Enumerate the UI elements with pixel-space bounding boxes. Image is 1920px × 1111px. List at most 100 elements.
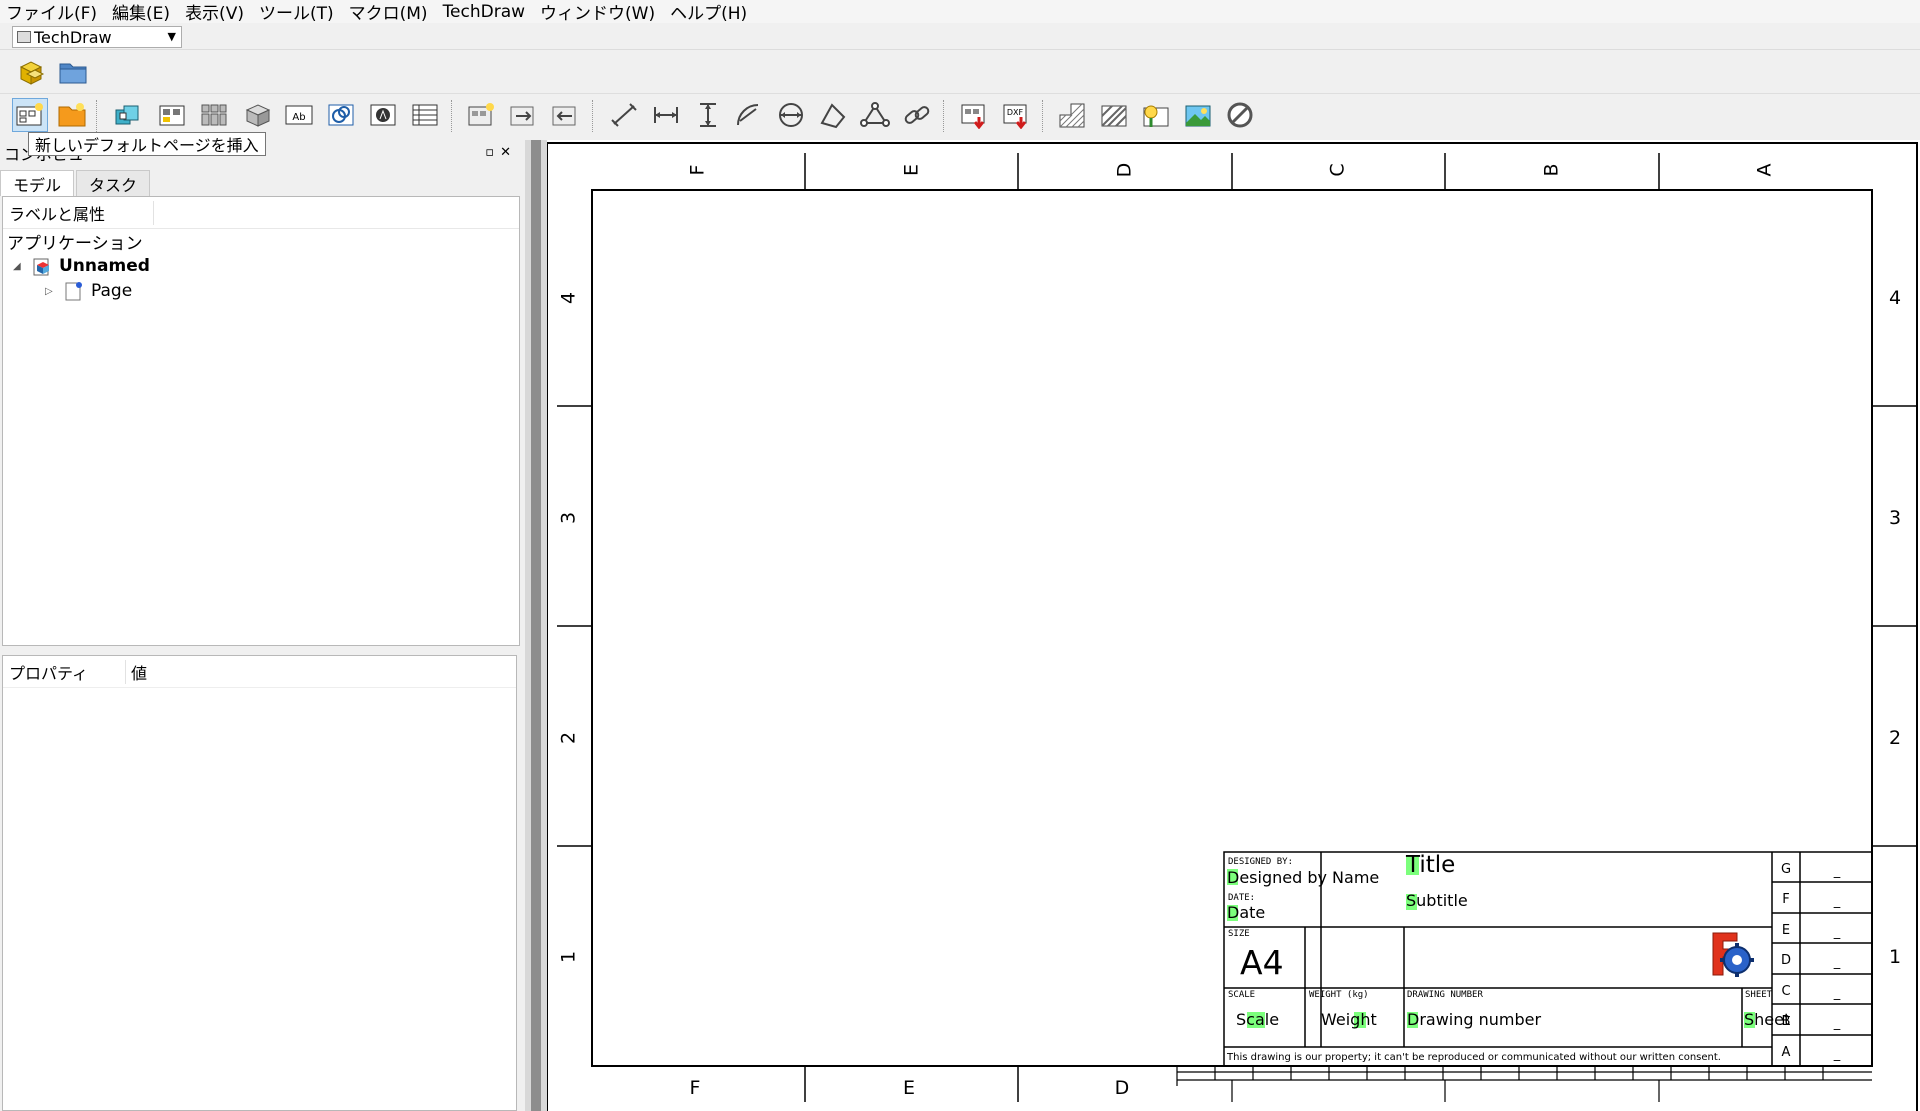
svg-text:Ab: Ab — [292, 112, 305, 123]
menu-macro[interactable]: マクロ(M) — [349, 0, 437, 24]
open-folder-icon[interactable] — [55, 55, 91, 89]
document-label: Unnamed — [59, 256, 150, 276]
drawing-canvas[interactable]: F E D C B A F E D 4 3 2 1 4 3 2 1 DESIGN… — [547, 140, 1920, 1111]
property-column-header[interactable]: プロパティ — [9, 660, 88, 684]
tree-item-document[interactable]: ◢ Unnamed — [13, 254, 150, 278]
menu-techdraw[interactable]: TechDraw — [443, 2, 534, 22]
date-label: DATE: — [1228, 893, 1255, 903]
insert-symbol-icon[interactable] — [1180, 98, 1216, 132]
zone-label-top: A — [1754, 164, 1776, 177]
part-cubes-icon[interactable] — [14, 55, 50, 89]
zone-label-right: 1 — [1889, 946, 1901, 968]
radius-dimension-icon[interactable] — [731, 98, 767, 132]
menu-help[interactable]: ヘルプ(H) — [670, 0, 756, 24]
tab-model[interactable]: モデル — [0, 170, 75, 196]
revision-value: _ — [1833, 1016, 1841, 1031]
insert-projection-group-icon[interactable] — [196, 98, 232, 132]
subtitle-value: Subtitle — [1406, 891, 1468, 910]
zone-label-top: C — [1327, 163, 1349, 176]
geom-hatch-icon[interactable] — [1096, 98, 1132, 132]
toggle-frame-icon[interactable] — [1222, 98, 1258, 132]
sheet-label: SHEET — [1745, 990, 1773, 1000]
zone-label-top: E — [901, 164, 923, 176]
vertical-dimension-icon[interactable] — [690, 98, 726, 132]
scale-value: Scale — [1236, 1010, 1279, 1029]
tree-item-page[interactable]: ▷ Page — [45, 279, 132, 303]
insert-spreadsheet-view-icon[interactable] — [407, 98, 443, 132]
zone-label-right: 2 — [1889, 727, 1901, 749]
menu-tools[interactable]: ツール(T) — [259, 0, 343, 24]
hatch-icon[interactable] — [1054, 98, 1090, 132]
menu-view[interactable]: 表示(V) — [185, 0, 253, 24]
designed-by-label: DESIGNED BY: — [1228, 857, 1293, 867]
revision-value: _ — [1833, 864, 1841, 879]
collapsed-arrow-icon[interactable]: ▷ — [45, 286, 59, 297]
insert-active-view-icon[interactable] — [154, 98, 190, 132]
drawing-number-label: DRAWING NUMBER — [1407, 990, 1483, 1000]
export-dxf-icon[interactable]: DXF — [998, 98, 1034, 132]
zone-label-left: 2 — [558, 732, 580, 744]
weight-value: Weight — [1321, 1010, 1377, 1029]
angle-dimension-icon[interactable] — [815, 98, 851, 132]
scale-label: SCALE — [1228, 990, 1255, 1000]
page-icon — [65, 281, 85, 301]
revision-letter: D — [1781, 953, 1791, 968]
length-dimension-icon[interactable] — [606, 98, 642, 132]
insert-view-icon[interactable] — [110, 98, 146, 132]
zone-label-left: 4 — [558, 292, 580, 304]
insert-arch-view-icon[interactable] — [323, 98, 359, 132]
zone-label-right: 3 — [1889, 507, 1901, 529]
techdraw-workbench-icon — [17, 31, 31, 43]
freecad-logo-icon — [1712, 932, 1754, 977]
export-svg-icon[interactable] — [956, 98, 992, 132]
tree-application: アプリケーション — [7, 229, 143, 254]
diameter-dimension-icon[interactable] — [773, 98, 809, 132]
chevron-down-icon: ▼ — [167, 30, 176, 43]
zone-label-left: 1 — [558, 951, 580, 963]
insert-default-page-icon[interactable] — [12, 98, 48, 132]
zone-label-bottom: F — [690, 1077, 701, 1099]
workbench-selector[interactable]: TechDraw ▼ — [12, 26, 182, 48]
svg-text:DXF: DXF — [1007, 108, 1024, 117]
insert-annotation-icon[interactable]: Ab — [281, 98, 317, 132]
insert-draft-view-icon[interactable] — [365, 98, 401, 132]
horizontal-dimension-icon[interactable] — [648, 98, 684, 132]
insert-template-page-icon[interactable] — [54, 98, 90, 132]
size-value: A4 — [1240, 943, 1284, 982]
three-point-angle-icon[interactable] — [857, 98, 893, 132]
weight-label: WEIGHT (kg) — [1309, 990, 1369, 1000]
tree-header: ラベルと属性 — [3, 197, 519, 229]
close-icon[interactable]: ✕ — [500, 145, 517, 160]
combo-tabs: モデル タスク — [0, 170, 152, 196]
combo-view: コンボビュー ▫✕ モデル タスク ラベルと属性 アプリケーション ◢ Unna… — [0, 140, 525, 1111]
link-dimension-icon[interactable] — [899, 98, 935, 132]
expanded-arrow-icon[interactable]: ◢ — [13, 261, 27, 272]
menu-edit[interactable]: 編集(E) — [112, 0, 179, 24]
workbench-selected-label: TechDraw — [34, 27, 112, 47]
clip-add-icon[interactable] — [505, 98, 541, 132]
insert-image-icon[interactable] — [1138, 98, 1174, 132]
zone-label-top: B — [1541, 163, 1563, 176]
revision-letter: C — [1781, 984, 1790, 999]
panel-splitter[interactable] — [525, 140, 547, 1111]
tooltip: 新しいデフォルトページを挿入 — [28, 132, 266, 156]
tab-task[interactable]: タスク — [76, 170, 151, 196]
application-label: アプリケーション — [7, 233, 143, 254]
menu-file[interactable]: ファイル(F) — [6, 0, 106, 24]
title-value: Title — [1405, 852, 1455, 878]
drawing-number-value: Drawing number — [1407, 1010, 1541, 1029]
clip-remove-icon[interactable] — [547, 98, 583, 132]
page-label: Page — [91, 281, 133, 301]
insert-clip-group-icon[interactable] — [463, 98, 499, 132]
revision-value: _ — [1833, 925, 1841, 940]
revision-letter: E — [1782, 923, 1790, 938]
drawing-sheet: F E D C B A F E D 4 3 2 1 4 3 2 1 DESIGN… — [547, 142, 1918, 1111]
tree-header-label[interactable]: ラベルと属性 — [9, 201, 105, 225]
sheet-outer-border — [547, 142, 1918, 1111]
float-icon[interactable]: ▫ — [485, 145, 500, 160]
revision-letter: G — [1781, 862, 1791, 877]
insert-section-view-icon[interactable] — [240, 98, 276, 132]
zone-label-top: F — [687, 165, 709, 176]
value-column-header[interactable]: 値 — [131, 660, 147, 684]
menu-window[interactable]: ウィンドウ(W) — [540, 0, 664, 24]
